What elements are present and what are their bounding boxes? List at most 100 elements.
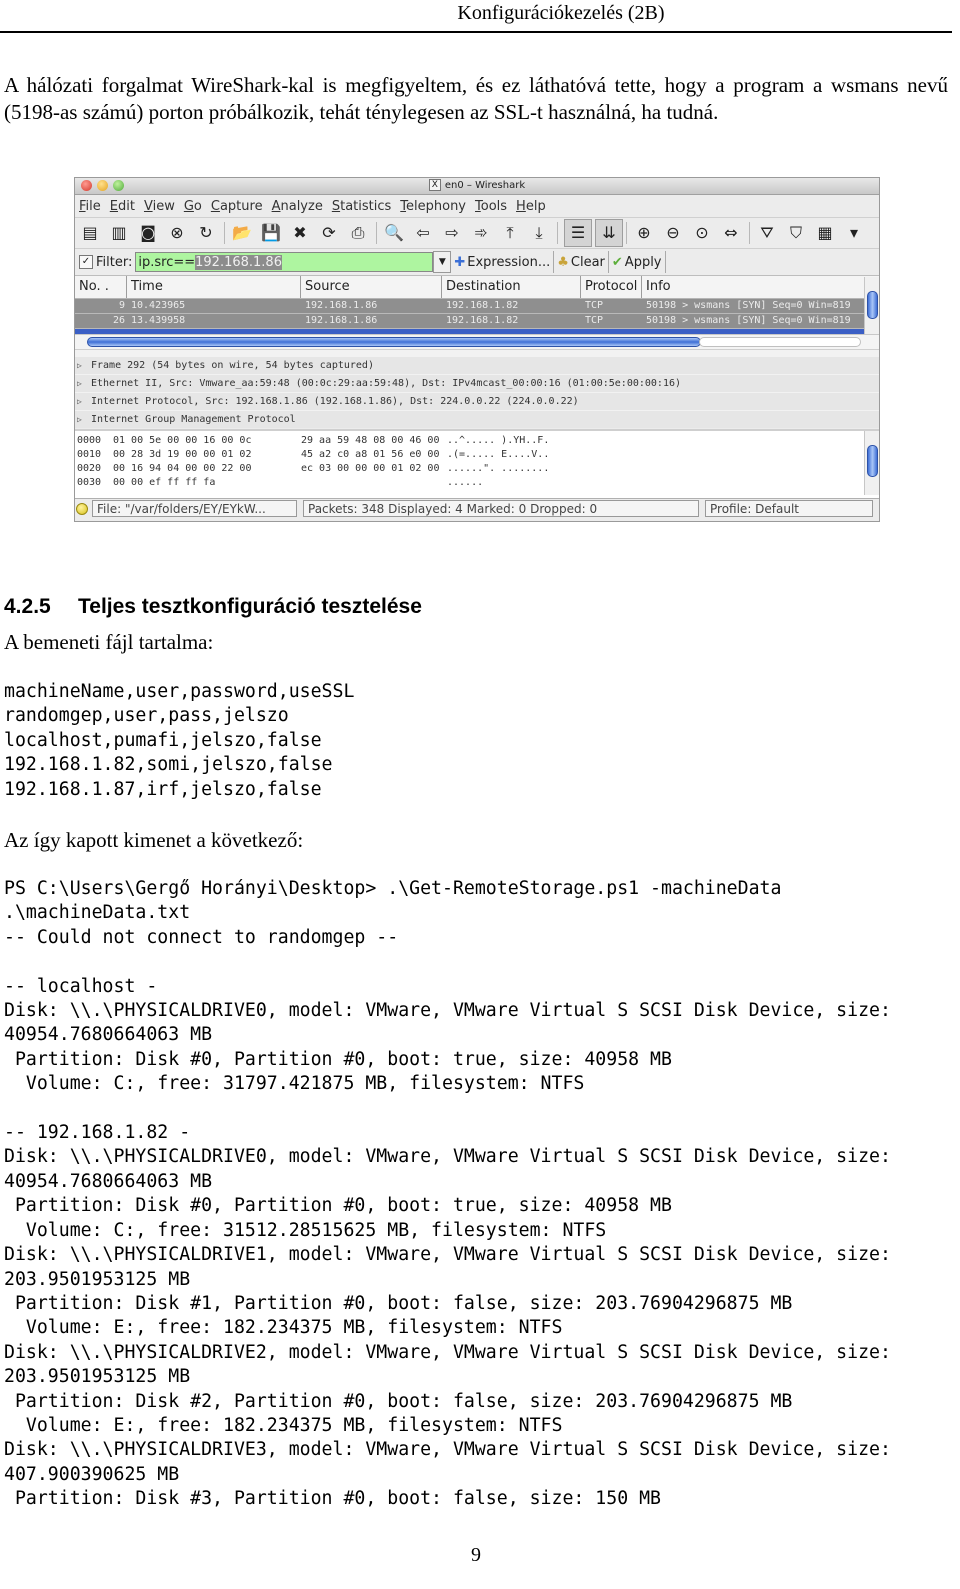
packet-list-vertical-scrollbar[interactable] — [864, 277, 879, 335]
filter-history-dropdown[interactable]: ▼ — [433, 251, 452, 273]
status-profile[interactable]: Profile: Default — [705, 500, 873, 517]
hex-bytes-second[interactable]: ec 03 00 00 00 01 02 00 — [301, 462, 447, 476]
hex-ascii[interactable]: ...... — [447, 476, 647, 490]
expert-info-led-icon[interactable] — [76, 502, 88, 515]
hex-ascii[interactable]: ......". ........ — [447, 462, 647, 476]
page-number: 9 — [471, 1544, 481, 1566]
menu-view[interactable]: View — [144, 199, 175, 214]
resize-columns-button[interactable]: ⇔ — [720, 222, 742, 244]
column-header-source[interactable]: Source — [301, 276, 442, 298]
hex-ascii[interactable]: ..^..... ).YH..F. — [447, 434, 647, 448]
menu-file[interactable]: File — [79, 199, 101, 214]
hex-bytes-second[interactable]: 45 a2 c0 a8 01 56 e0 00 — [301, 448, 447, 462]
apply-button[interactable]: ✔ Apply — [609, 251, 666, 273]
first-packet-button[interactable]: ⤒ — [499, 222, 521, 244]
main-toolbar: ▤ ▥ ◙ ⊗ ↻ 📂 💾 ✖ ⟳ ⎙ 🔍 ⇦ ⇨ ➾ ⤒ ⤓ ☰ ⇊ ⊕ ⊖ ⊙ ⇔ ⛛ ⛉ ▦ ▾ — [75, 218, 879, 249]
packet-row[interactable]: 26 13.439958 192.168.1.86 192.168.1.82 T… — [75, 314, 879, 329]
last-packet-button[interactable]: ⤓ — [528, 222, 550, 244]
zoom-in-button[interactable]: ⊕ — [633, 222, 655, 244]
colorize-button[interactable]: ☰ — [564, 219, 592, 247]
hex-bytes-first[interactable]: 01 00 5e 00 00 16 00 0c — [113, 434, 301, 448]
column-header-time[interactable]: Time — [127, 276, 301, 298]
apply-button-label: Apply — [624, 254, 662, 270]
zoom-normal-button[interactable]: ⊙ — [691, 222, 713, 244]
expand-triangle-icon[interactable]: ▷ — [77, 376, 87, 392]
filter-toolbar: ✓ Filter: ip.src==192.168.1.86 ▼ ✚ Expres… — [75, 249, 879, 276]
display-filter-input[interactable]: ip.src==192.168.1.86 — [135, 252, 434, 272]
scrollbar-track[interactable] — [699, 337, 861, 347]
packet-bytes-pane: 0000 01 00 5e 00 00 16 00 0c 29 aa 59 48 0… — [75, 429, 879, 498]
packet-list-horizontal-scrollbar[interactable] — [75, 334, 879, 349]
stop-capture-button[interactable]: ⊗ — [166, 222, 188, 244]
column-header-no[interactable]: No. . — [75, 276, 127, 298]
packet-detail-row[interactable]: ▷ Internet Protocol, Src: 192.168.1.86 (1… — [75, 393, 879, 410]
scrollbar-thumb[interactable] — [87, 337, 701, 347]
menu-go[interactable]: Go — [184, 199, 202, 214]
hex-bytes-first[interactable]: 00 28 3d 19 00 00 01 02 — [113, 448, 301, 462]
clear-button[interactable]: ♣ Clear — [554, 251, 609, 273]
reload-icon: ⟳ — [322, 223, 336, 242]
hex-bytes-first[interactable]: 00 16 94 04 00 00 22 00 — [113, 462, 301, 476]
menu-edit[interactable]: Edit — [110, 199, 135, 214]
expand-triangle-icon[interactable]: ▷ — [77, 394, 87, 410]
expand-triangle-icon[interactable]: ▷ — [77, 358, 87, 374]
go-to-packet-button[interactable]: ➾ — [470, 222, 492, 244]
packet-detail-row[interactable]: ▷ Internet Group Management Protocol — [75, 411, 879, 428]
hex-bytes-first[interactable]: 00 00 ef ff ff fa — [113, 476, 301, 490]
packet-time: 10.423965 — [131, 300, 186, 311]
column-header-destination[interactable]: Destination — [442, 276, 581, 298]
hex-ascii[interactable]: .(=..... E....V.. — [447, 448, 647, 462]
go-back-button[interactable]: ⇦ — [412, 222, 434, 244]
packet-detail-text: Frame 292 (54 bytes on wire, 54 bytes ca… — [91, 359, 374, 371]
reload-button[interactable]: ⟳ — [318, 222, 340, 244]
menu-capture[interactable]: Capture — [211, 199, 263, 214]
restart-capture-button[interactable]: ↻ — [195, 222, 217, 244]
scrollbar-thumb[interactable] — [867, 291, 878, 319]
scrollbar-thumb[interactable] — [867, 445, 878, 477]
expand-triangle-icon[interactable]: ▷ — [77, 412, 87, 428]
packet-detail-row[interactable]: ▷ Frame 292 (54 bytes on wire, 54 bytes c… — [75, 357, 879, 374]
filter-label: Filter: — [96, 254, 133, 270]
close-file-button[interactable]: ✖ — [289, 222, 311, 244]
filter-checkbox-icon[interactable]: ✓ — [79, 255, 93, 269]
toolbar-separator — [224, 222, 225, 244]
expression-button[interactable]: ✚ Expression... — [451, 251, 555, 273]
packet-time: 13.439958 — [131, 315, 186, 326]
print-button[interactable]: ⎙ — [347, 222, 369, 244]
menu-telephony[interactable]: Telephony — [400, 199, 466, 214]
open-file-button[interactable]: 📂 — [231, 222, 253, 244]
go-forward-button[interactable]: ⇨ — [441, 222, 463, 244]
menu-help[interactable]: Help — [516, 199, 546, 214]
hex-bytes-second[interactable] — [301, 476, 447, 490]
packet-source: 192.168.1.86 — [305, 300, 378, 311]
column-header-info[interactable]: Info — [642, 276, 852, 298]
capture-filters-button[interactable]: ⛛ — [756, 222, 778, 244]
zoom-in-icon: ⊕ — [637, 223, 651, 242]
column-header-protocol[interactable]: Protocol — [581, 276, 642, 298]
packet-detail-row[interactable]: ▷ Ethernet II, Src: Vmware_aa:59:48 (00:0… — [75, 375, 879, 392]
coloring-rules-button[interactable]: ▦ — [814, 222, 836, 244]
zoom-out-button[interactable]: ⊖ — [662, 222, 684, 244]
packet-bytes-scrollbar[interactable] — [864, 431, 879, 495]
menu-statistics[interactable]: Statistics — [332, 199, 391, 214]
more-button[interactable]: ▾ — [843, 222, 865, 244]
powershell-output-listing: PS C:\Users\Gergő Horányi\Desktop> .\Get… — [4, 878, 891, 1510]
packet-protocol: TCP — [585, 315, 604, 326]
capture-options-button[interactable]: ▥ — [108, 222, 130, 244]
display-filters-button[interactable]: ⛉ — [785, 222, 807, 244]
packet-row[interactable]: 9 10.423965 192.168.1.86 192.168.1.82 TC… — [75, 299, 879, 314]
packet-details-pane: ▷ Frame 292 (54 bytes on wire, 54 bytes c… — [75, 349, 879, 428]
hex-bytes-second[interactable]: 29 aa 59 48 08 00 46 00 — [301, 434, 447, 448]
go-to-packet-icon: ➾ — [474, 223, 488, 242]
interfaces-button[interactable]: ▤ — [79, 222, 101, 244]
packet-list: 9 10.423965 192.168.1.86 192.168.1.82 TC… — [75, 277, 879, 335]
last-packet-icon: ⤓ — [535, 223, 543, 242]
section-title: Teljes tesztkonfiguráció tesztelése — [78, 595, 422, 618]
go-back-icon: ⇦ — [416, 223, 430, 242]
save-file-button[interactable]: 💾 — [260, 222, 282, 244]
find-packet-button[interactable]: 🔍 — [383, 222, 405, 244]
auto-scroll-button[interactable]: ⇊ — [595, 219, 623, 247]
start-capture-button[interactable]: ◙ — [137, 222, 159, 244]
menu-analyze[interactable]: Analyze — [272, 199, 323, 214]
menu-tools[interactable]: Tools — [475, 199, 507, 214]
